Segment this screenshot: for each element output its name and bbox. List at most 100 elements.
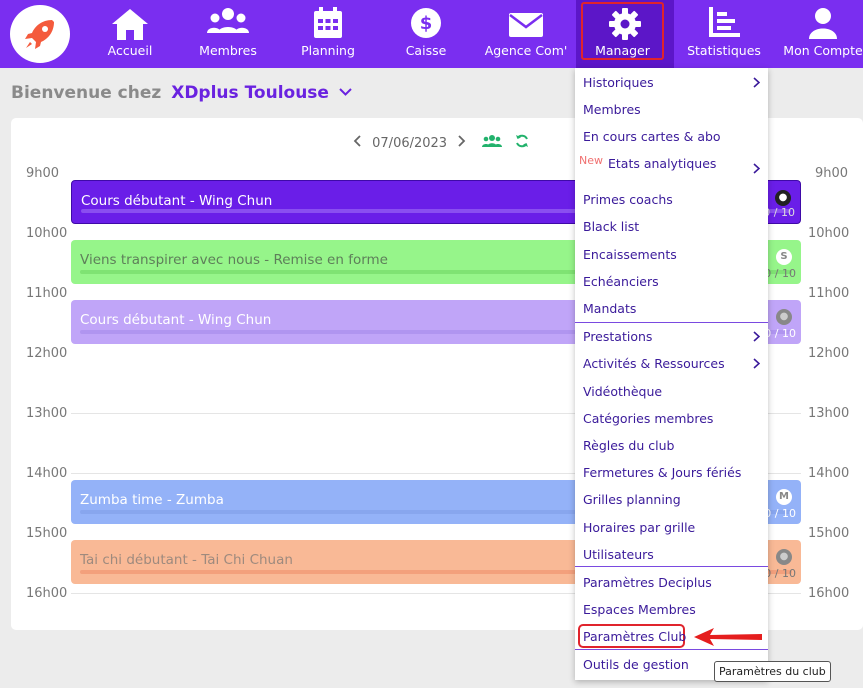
menu-divider — [575, 566, 768, 567]
calendar-icon — [314, 7, 342, 38]
event-capacity: 0 / 10 — [764, 267, 796, 280]
chevron-right-icon — [753, 331, 760, 342]
nav-label: Caisse — [405, 43, 447, 58]
nav-agence-com[interactable]: Agence Com' — [484, 0, 568, 68]
nav-label: Planning — [301, 43, 355, 58]
refresh-button[interactable] — [515, 134, 529, 152]
club-name: XDplus Toulouse — [171, 83, 329, 103]
menu-item-label: Historiques — [583, 75, 654, 90]
nav-label: Statistiques — [687, 43, 761, 58]
event-title: Viens transpirer avec nous - Remise en f… — [80, 252, 388, 268]
hour-label: 9h00 — [26, 166, 60, 181]
menu-item-mandats[interactable]: Mandats — [583, 301, 636, 316]
nav-label: Manager — [595, 43, 650, 58]
chevron-right-icon — [753, 358, 760, 369]
hour-label: 13h00 — [26, 406, 68, 421]
users-icon — [207, 8, 249, 33]
event-capacity: 0 / 10 — [764, 507, 796, 520]
menu-item-black-list[interactable]: Black list — [583, 219, 639, 234]
menu-item-categories-membres[interactable]: Catégories membres — [583, 411, 713, 426]
welcome-prefix: Bienvenue chez — [11, 83, 162, 103]
event-capacity: 0 / 10 — [764, 327, 796, 340]
nav-manager[interactable]: Manager — [576, 0, 674, 68]
chevron-right-icon — [753, 163, 760, 174]
hour-label-right: 16h00 — [808, 586, 850, 601]
menu-item-parametres-deciplus[interactable]: Paramètres Deciplus — [583, 575, 712, 590]
menu-item-cartes-abo[interactable]: En cours cartes & abo — [583, 129, 721, 144]
hour-label-right: 14h00 — [808, 466, 850, 481]
nav-label: Agence Com' — [484, 43, 568, 58]
tooltip: Paramètres du club — [714, 661, 831, 682]
menu-item-horaires-grille[interactable]: Horaires par grille — [583, 520, 695, 535]
event-title: Zumba time - Zumba — [80, 492, 224, 508]
nav-statistiques[interactable]: Statistiques — [684, 0, 764, 68]
hour-label: 15h00 — [26, 526, 68, 541]
nav-caisse[interactable]: $ Caisse — [396, 0, 456, 68]
hour-label-right: 11h00 — [808, 286, 850, 301]
hour-label: 11h00 — [26, 286, 68, 301]
new-badge: New — [579, 154, 603, 167]
menu-item-encaissements[interactable]: Encaissements — [583, 247, 677, 262]
nav-label: Mon Compte — [783, 43, 863, 58]
menu-item-etats-analytiques[interactable]: Etats analytiques — [608, 156, 716, 171]
hour-label-right: 13h00 — [808, 406, 850, 421]
event-capacity: 0 / 10 — [764, 567, 796, 580]
nav-accueil[interactable]: Accueil — [96, 0, 164, 68]
svg-text:$: $ — [420, 13, 433, 34]
current-date[interactable]: 07/06/2023 — [372, 136, 447, 151]
chevron-down-icon — [339, 88, 352, 96]
event-title: Tai chi débutant - Tai Chi Chuan — [80, 552, 293, 568]
menu-item-videotheque[interactable]: Vidéothèque — [583, 384, 662, 399]
club-selector[interactable]: XDplus Toulouse — [171, 83, 352, 103]
nav-planning[interactable]: Planning — [292, 0, 364, 68]
sport-ball-icon: ● — [776, 549, 792, 565]
menu-item-parametres-club[interactable]: Paramètres Club — [583, 629, 686, 644]
refresh-icon — [515, 134, 528, 148]
menu-item-regles-club[interactable]: Règles du club — [583, 438, 674, 453]
annotation-arrow-icon — [694, 628, 762, 646]
nav-membres[interactable]: Membres — [190, 0, 266, 68]
menu-item-utilisateurs[interactable]: Utilisateurs — [583, 547, 654, 562]
menu-item-echeanciers[interactable]: Echéanciers — [583, 274, 659, 289]
hour-label: 16h00 — [26, 586, 68, 601]
sport-ball-icon: ● — [775, 190, 791, 206]
hour-label-right: 12h00 — [808, 346, 850, 361]
menu-item-membres[interactable]: Membres — [583, 102, 641, 117]
event-capacity: 0 / 10 — [763, 206, 795, 219]
hour-label: 14h00 — [26, 466, 68, 481]
menu-item-primes-coachs[interactable]: Primes coachs — [583, 192, 673, 207]
dollar-icon: $ — [411, 8, 441, 38]
gear-icon — [609, 8, 641, 40]
rocket-icon — [25, 20, 54, 49]
chevron-left-icon — [353, 135, 361, 147]
app-logo[interactable] — [10, 5, 70, 63]
prev-date-button[interactable] — [353, 135, 362, 151]
next-date-button[interactable] — [457, 135, 466, 151]
date-navigator: 07/06/2023 — [353, 134, 529, 152]
hour-label-right: 15h00 — [808, 526, 850, 541]
hour-label-right: 10h00 — [808, 226, 850, 241]
nav-label: Membres — [199, 43, 257, 58]
menu-item-espaces-membres[interactable]: Espaces Membres — [583, 602, 696, 617]
badge-s-icon: S — [776, 249, 792, 265]
welcome-heading: Bienvenue chez XDplus Toulouse — [11, 83, 352, 103]
menu-item-prestations[interactable]: Prestations — [583, 329, 652, 344]
chart-icon — [709, 7, 740, 37]
nav-label: Accueil — [107, 43, 153, 58]
menu-divider — [575, 649, 768, 650]
menu-item-fermetures[interactable]: Fermetures & Jours fériés — [583, 465, 741, 480]
event-title: Cours débutant - Wing Chun — [80, 312, 272, 328]
nav-mon-compte[interactable]: Mon Compte — [783, 0, 863, 68]
menu-divider — [575, 322, 768, 323]
event-title: Cours débutant - Wing Chun — [81, 193, 273, 209]
members-filter-button[interactable] — [482, 134, 503, 152]
menu-item-grilles-planning[interactable]: Grilles planning — [583, 492, 681, 507]
hour-label-right: 9h00 — [815, 166, 849, 181]
menu-item-outils-gestion[interactable]: Outils de gestion — [583, 657, 689, 672]
users-icon — [482, 135, 503, 147]
hour-label: 10h00 — [26, 226, 68, 241]
menu-item-historiques[interactable]: Historiques — [583, 75, 654, 90]
hour-label: 12h00 — [26, 346, 68, 361]
menu-item-activites-ressources[interactable]: Activités & Ressources — [583, 356, 725, 371]
envelope-icon — [509, 13, 543, 37]
